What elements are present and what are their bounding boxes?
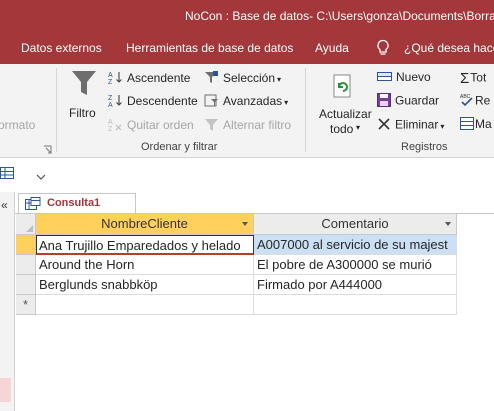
avanzadas-dropdown[interactable]: Avanzadas ▾ (204, 93, 288, 111)
chevron-down-icon: ▾ (356, 123, 361, 132)
toggle-filter-icon (204, 117, 219, 135)
ribbon-separator (56, 68, 57, 152)
filtro-label: Filtro (69, 106, 96, 120)
dropdown-arrow-icon[interactable] (36, 169, 46, 183)
dialog-launcher-icon[interactable] (43, 143, 52, 154)
avanzadas-label: Avanzadas (223, 94, 283, 109)
svg-text:Z: Z (108, 95, 113, 102)
tab-consulta1[interactable]: Consulta1 (18, 193, 136, 214)
actualizar-label: Actualizar (319, 107, 372, 121)
descendente-label: Descendente (127, 94, 198, 109)
alternar-filtro-button[interactable]: Alternar filtro (204, 117, 291, 135)
column-filter-arrow-icon[interactable] (445, 222, 451, 226)
table-cell-comentario[interactable]: Firmado por A444000 (254, 275, 457, 295)
ribbon: ormato Filtro AZ Ascendente ZA Descenden… (0, 64, 494, 158)
totales-label: Tot (470, 70, 487, 85)
group-label-registros: Registros (401, 141, 448, 153)
svg-text:ABC: ABC (460, 94, 471, 100)
revision-button-partial[interactable]: ABC Re (460, 93, 490, 110)
navigation-strip (0, 158, 494, 192)
access-window: NoCon : Base de datos- C:\Users\gonza\Do… (0, 0, 494, 411)
column-header-comentario[interactable]: Comentario (254, 214, 457, 235)
column-header-label: NombreCliente (101, 216, 188, 231)
sort-ascending-icon: AZ (108, 70, 123, 88)
nav-pane-marker (0, 378, 11, 402)
lightbulb-icon (376, 39, 390, 57)
column-filter-arrow-icon[interactable] (242, 222, 248, 226)
sort-descending-icon: ZA (108, 93, 123, 111)
guardar-label: Guardar (395, 93, 440, 108)
seleccion-dropdown[interactable]: Selección ▾ (204, 70, 281, 88)
chevron-down-icon: ▾ (284, 98, 289, 108)
alternar-filtro-label: Alternar filtro (223, 118, 292, 133)
descendente-button[interactable]: ZA Descendente (108, 93, 198, 111)
window-title: NoCon : Base de datos- C:\Users\gonza\Do… (185, 9, 494, 23)
table-cell-comentario[interactable]: A007000 al servicio de su majest (254, 235, 457, 255)
chevron-down-icon: ▾ (440, 121, 445, 131)
table-cell-comentario[interactable]: El pobre de A300000 se murió (254, 255, 457, 275)
datasheet: NombreCliente Comentario Ana Trujillo Em… (16, 214, 494, 411)
mas-button-partial[interactable]: Ma (460, 117, 492, 133)
quitar-orden-button[interactable]: AZ Quitar orden (108, 117, 194, 135)
group-label-ordenar-filtrar: Ordenar y filtrar (141, 141, 218, 153)
collapse-chevron-icon[interactable]: « (1, 198, 8, 212)
ascendente-button[interactable]: AZ Ascendente (108, 70, 190, 88)
delete-x-icon (377, 117, 391, 134)
refresh-all-icon (331, 74, 355, 105)
row-selector[interactable] (16, 235, 36, 255)
selection-filter-icon (204, 70, 219, 88)
navigation-pane-collapsed[interactable]: « (0, 192, 15, 411)
row-selector[interactable] (16, 275, 36, 295)
tab-datos-externos[interactable]: Datos externos (21, 41, 102, 55)
guardar-button[interactable]: Guardar (377, 93, 439, 110)
revision-label: Re (475, 93, 491, 108)
column-header-label: Comentario (321, 216, 389, 231)
new-record-cell[interactable] (254, 295, 457, 315)
mas-label: Ma (475, 117, 492, 132)
nuevo-button[interactable]: Nuevo (377, 70, 431, 86)
clear-sort-icon: AZ (108, 117, 123, 135)
svg-text:A: A (108, 102, 113, 108)
svg-text:Z: Z (108, 79, 113, 85)
eliminar-dropdown[interactable]: Eliminar ▾ (377, 117, 444, 134)
table-cell-nombrecliente[interactable]: Around the Horn (36, 255, 254, 275)
row-selector[interactable] (16, 255, 36, 275)
svg-text:Z: Z (108, 126, 113, 132)
document-tab-label: Consulta1 (47, 197, 101, 209)
column-header-nombrecliente[interactable]: NombreCliente (36, 214, 254, 235)
new-record-cell[interactable] (36, 295, 254, 315)
filter-funnel-icon (71, 69, 97, 102)
ribbon-tabs: Datos externos Herramientas de base de d… (0, 33, 494, 64)
ascendente-label: Ascendente (127, 71, 191, 86)
chevron-down-icon: ▾ (277, 75, 282, 85)
save-icon (377, 93, 391, 110)
eliminar-label: Eliminar (395, 117, 439, 132)
quitar-orden-label: Quitar orden (127, 118, 194, 133)
filtro-button[interactable]: Filtro (66, 69, 102, 125)
tab-ayuda[interactable]: Ayuda (315, 41, 349, 55)
tab-herramientas-base-de-datos[interactable]: Herramientas de base de datos (126, 41, 293, 55)
tell-me-search[interactable]: ¿Qué desea hacer (404, 41, 494, 55)
table-cell-nombrecliente[interactable]: Ana Trujillo Emparedados y helado (36, 235, 254, 255)
new-record-selector[interactable]: * (16, 295, 36, 315)
advanced-filter-icon (204, 93, 219, 111)
table-cell-nombrecliente[interactable]: Berglunds snabbköp (36, 275, 254, 295)
title-bar: NoCon : Base de datos- C:\Users\gonza\Do… (0, 0, 494, 33)
spelling-check-icon: ABC (460, 93, 474, 110)
svg-text:A: A (108, 119, 113, 126)
svg-text:A: A (108, 72, 113, 79)
more-table-icon (460, 117, 474, 133)
totales-button-partial[interactable]: ΣTot (460, 70, 486, 87)
ribbon-separator (305, 68, 306, 152)
new-record-icon (377, 70, 392, 86)
seleccion-label: Selección (223, 71, 276, 86)
select-all-corner[interactable] (16, 214, 36, 235)
sigma-icon: Σ (460, 70, 470, 87)
nuevo-label: Nuevo (396, 70, 431, 85)
query-icon (25, 197, 41, 211)
actualizar-todo-button[interactable]: Actualizar todo ▾ (313, 74, 372, 140)
todo-label: todo (330, 122, 354, 136)
navigation-pane-icon[interactable] (0, 166, 14, 183)
formato-button-partial[interactable]: ormato (0, 118, 35, 132)
